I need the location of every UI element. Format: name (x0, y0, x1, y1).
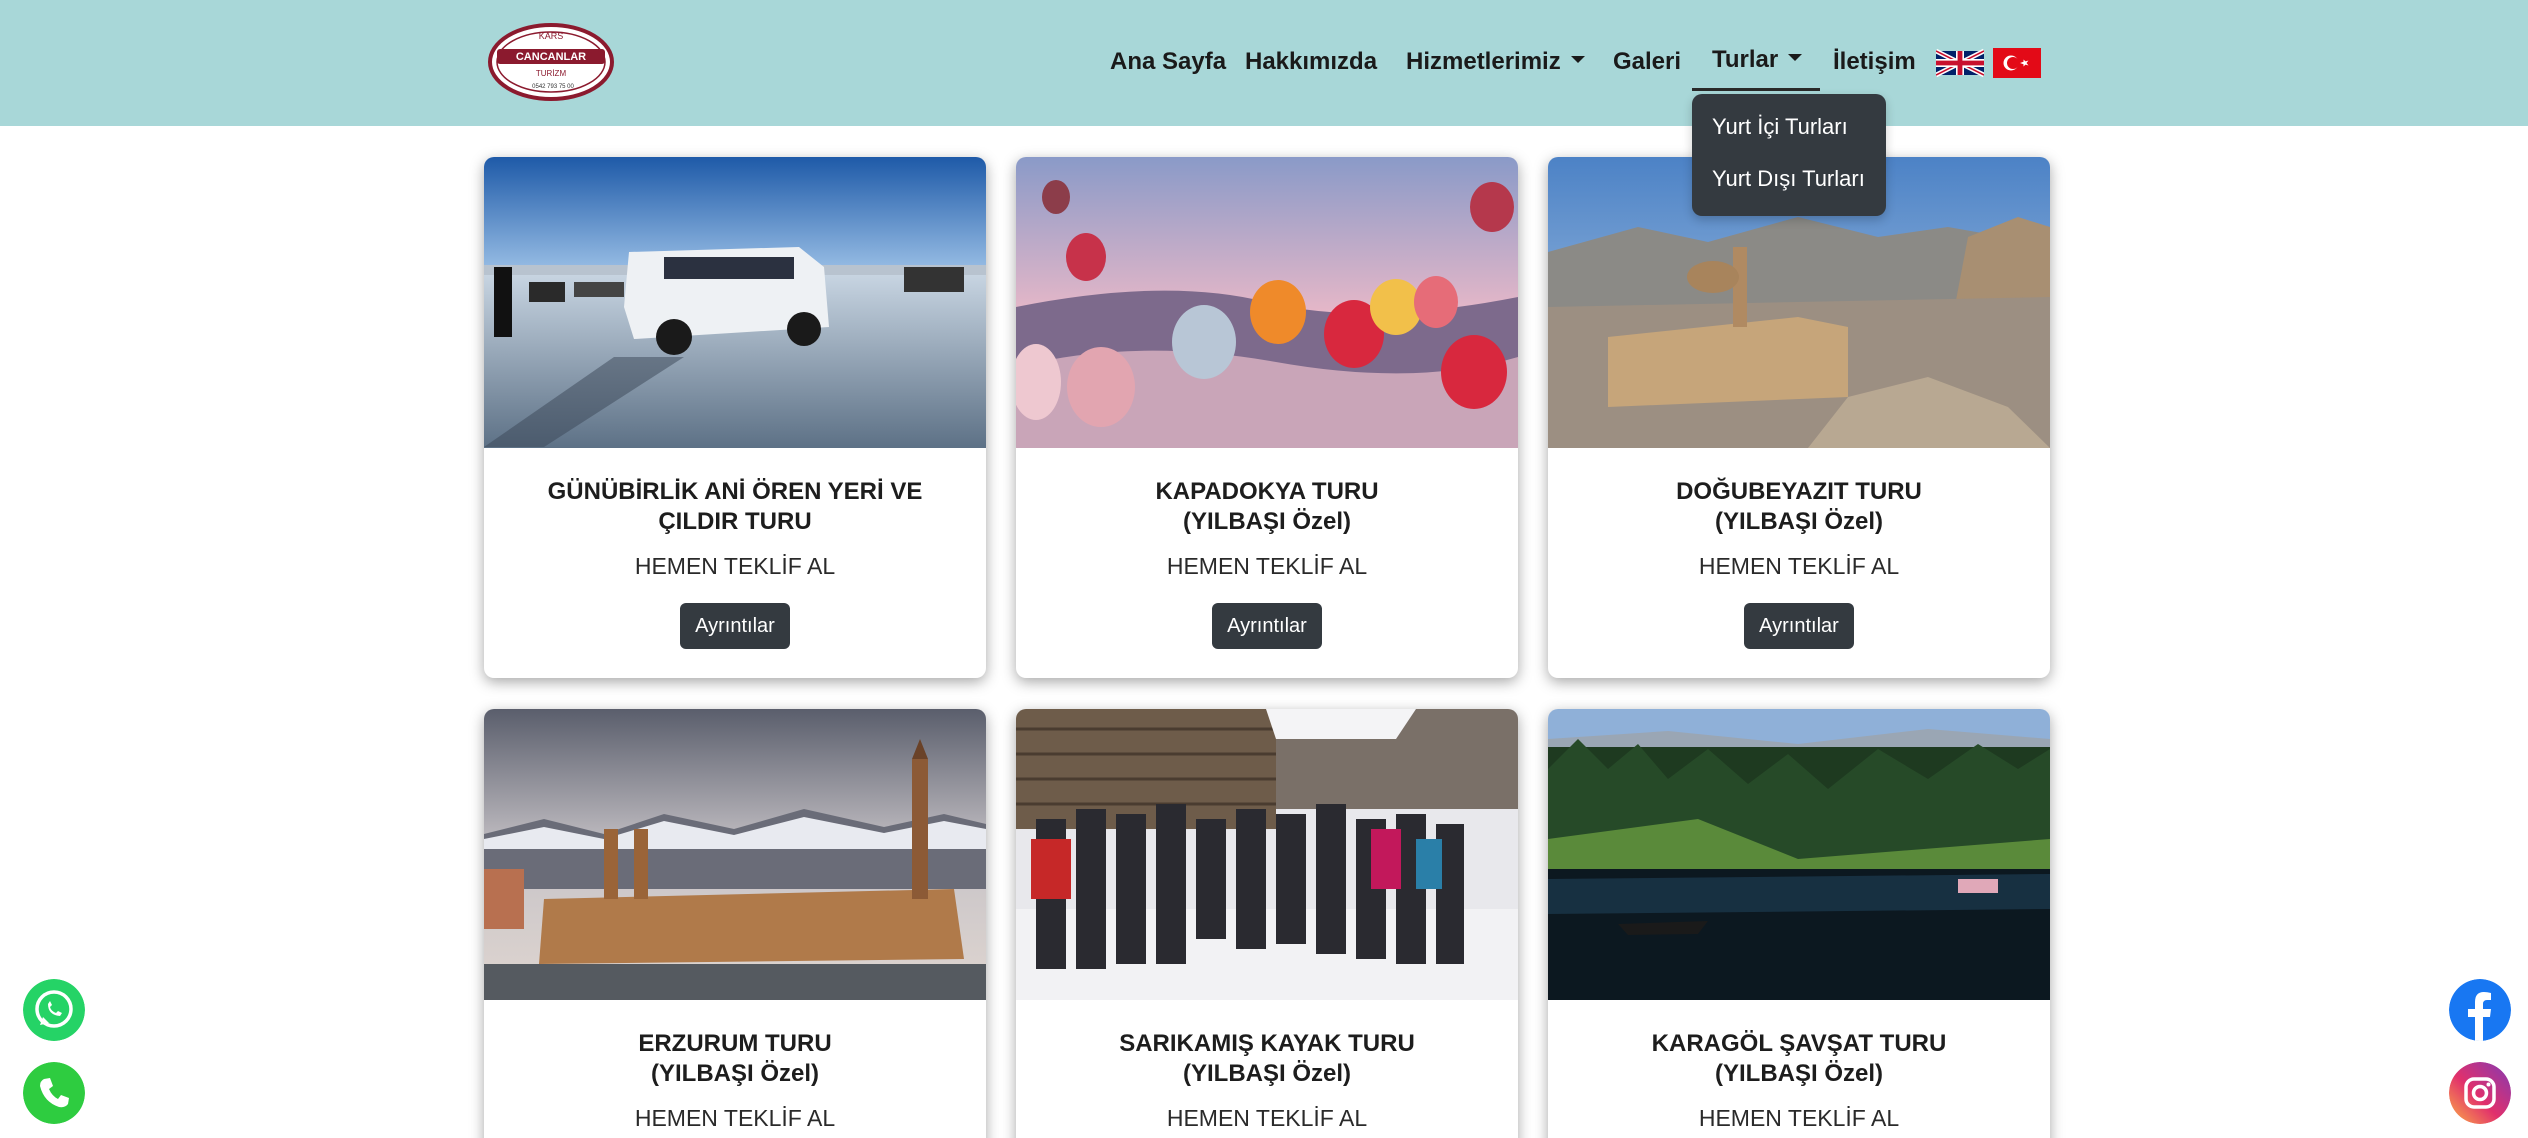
chevron-down-icon (1570, 56, 1585, 64)
card-title-line1: KARAGÖL ŞAVŞAT TURU (1651, 1030, 1947, 1057)
card-title-line1: ERZURUM TURU (638, 1030, 832, 1057)
logo-phone-text: 0542 793 75 00 (532, 84, 574, 90)
nav-galeri[interactable]: Galeri (1613, 44, 1681, 80)
card-subtitle: HEMEN TEKLİF AL (1166, 553, 1368, 579)
uk-flag-icon[interactable] (1936, 48, 1984, 78)
nav-turlar-label: Turlar (1712, 46, 1779, 73)
hot-air-balloons-photo[interactable] (1016, 157, 1518, 448)
card-subtitle: HEMEN TEKLİF AL (634, 553, 836, 579)
card-subtitle: HEMEN TEKLİF AL (1698, 553, 1900, 579)
details-button[interactable]: Ayrıntılar (680, 603, 790, 649)
turkey-flag-icon[interactable] (1993, 48, 2041, 78)
card-title-line1: SARIKAMIŞ KAYAK TURU (1119, 1030, 1415, 1057)
whatsapp-icon[interactable] (23, 979, 85, 1041)
card-title-line1: DOĞUBEYAZIT TURU (1676, 478, 1922, 505)
tour-card-kapadokya: KAPADOKYA TURU (YILBAŞI Özel) HEMEN TEKLİ… (1016, 157, 1518, 678)
card-title-line2: ÇILDIR TURU (658, 508, 812, 535)
details-button[interactable]: Ayrıntılar (1212, 603, 1322, 649)
phone-icon[interactable] (23, 1062, 85, 1124)
nav-ana-sayfa[interactable]: Ana Sayfa (1110, 44, 1226, 80)
company-logo[interactable]: KARS CANCANLAR TURİZM 0542 793 75 00 (487, 22, 615, 102)
card-title: ERZURUM TURU (YILBAŞI Özel) (514, 1029, 956, 1089)
card-title: KAPADOKYA TURU (YILBAŞI Özel) (1046, 477, 1488, 537)
card-subtitle: HEMEN TEKLİF AL (1698, 1105, 1900, 1131)
active-nav-indicator (1692, 88, 1820, 91)
tour-card-karagol: KARAGÖL ŞAVŞAT TURU (YILBAŞI Özel) HEMEN … (1548, 709, 2050, 1138)
nav-iletisim[interactable]: İletişim (1833, 44, 1916, 80)
card-subtitle: HEMEN TEKLİF AL (1166, 1105, 1368, 1131)
card-subtitle: HEMEN TEKLİF AL (634, 1105, 836, 1131)
card-title: SARIKAMIŞ KAYAK TURU (YILBAŞI Özel) (1046, 1029, 1488, 1089)
tour-card-erzurum: ERZURUM TURU (YILBAŞI Özel) HEMEN TEKLİF … (484, 709, 986, 1138)
nav-hizmetlerimiz-label: Hizmetlerimiz (1406, 48, 1561, 75)
group-snow-photo[interactable] (1016, 709, 1518, 1000)
historic-mosque-photo[interactable] (484, 709, 986, 1000)
card-title-line2: (YILBAŞI Özel) (650, 1060, 819, 1087)
instagram-icon[interactable] (2449, 1062, 2511, 1124)
card-title-line2: (YILBAŞI Özel) (1714, 508, 1883, 535)
logo-main-text: CANCANLAR (516, 51, 586, 63)
card-title-line1: GÜNÜBİRLİK ANİ ÖREN YERİ VE (547, 478, 923, 505)
logo-bottom-text: TURİZM (536, 69, 567, 78)
tour-card-dogubeyazit: DOĞUBEYAZIT TURU (YILBAŞI Özel) HEMEN TEK… (1548, 157, 2050, 678)
card-title: KARAGÖL ŞAVŞAT TURU (YILBAŞI Özel) (1578, 1029, 2020, 1089)
card-title: GÜNÜBİRLİK ANİ ÖREN YERİ VE ÇILDIR TURU (514, 477, 956, 537)
nav-hakkimizda[interactable]: Hakkımızda (1245, 44, 1377, 80)
tour-card-ani-cildir: GÜNÜBİRLİK ANİ ÖREN YERİ VE ÇILDIR TURU H… (484, 157, 986, 678)
dropdown-item-yurt-disi[interactable]: Yurt Dışı Turları (1712, 166, 1865, 192)
dropdown-item-yurt-ici[interactable]: Yurt İçi Turları (1712, 114, 1848, 140)
facebook-icon[interactable] (2449, 979, 2511, 1041)
turlar-dropdown-menu: Yurt İçi Turları Yurt Dışı Turları (1692, 94, 1886, 216)
forest-lake-photo[interactable] (1548, 709, 2050, 1000)
nav-hizmetlerimiz[interactable]: Hizmetlerimiz (1406, 44, 1585, 80)
card-title-line1: KAPADOKYA TURU (1155, 478, 1379, 505)
card-title-line2: (YILBAŞI Özel) (1182, 508, 1351, 535)
card-title: DOĞUBEYAZIT TURU (YILBAŞI Özel) (1578, 477, 2020, 537)
nav-turlar[interactable]: Turlar (1712, 42, 1803, 78)
chevron-down-icon (1788, 54, 1803, 62)
details-button[interactable]: Ayrıntılar (1744, 603, 1854, 649)
logo-top-text: KARS (539, 31, 564, 41)
card-title-line2: (YILBAŞI Özel) (1714, 1060, 1883, 1087)
frozen-lake-van-photo[interactable] (484, 157, 986, 448)
navbar: KARS CANCANLAR TURİZM 0542 793 75 00 Ana… (0, 0, 2528, 126)
tour-card-sarikamis: SARIKAMIŞ KAYAK TURU (YILBAŞI Özel) HEMEN… (1016, 709, 1518, 1138)
card-title-line2: (YILBAŞI Özel) (1182, 1060, 1351, 1087)
